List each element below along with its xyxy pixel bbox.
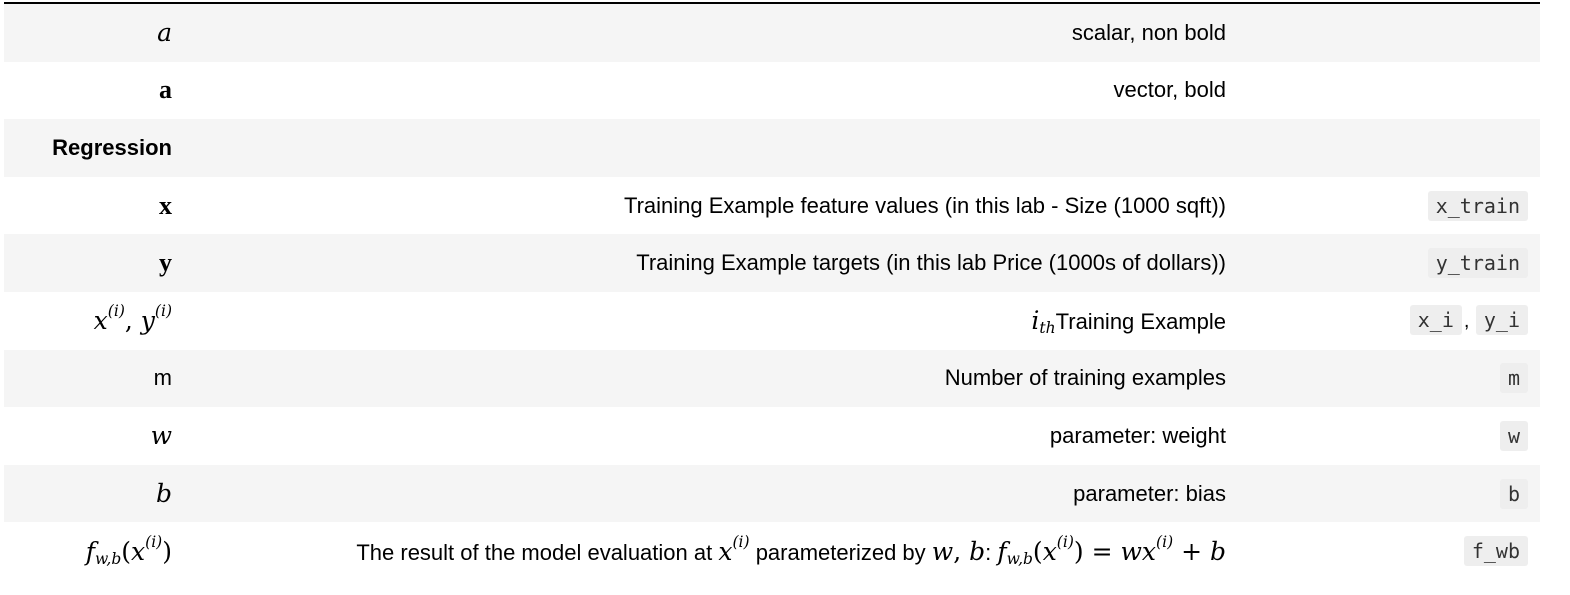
table-row: a scalar, non bold xyxy=(4,4,1540,62)
code-cell: x_train xyxy=(1238,177,1540,235)
description-text: Training Example targets (in this lab Pr… xyxy=(636,250,1226,276)
description-cell: Training Example targets (in this lab Pr… xyxy=(184,234,1238,292)
code-chip: x_i xyxy=(1409,305,1462,336)
notation-cell: w xyxy=(4,407,184,465)
description-cell: ithTraining Example xyxy=(184,292,1238,350)
table-row: m Number of training examples m xyxy=(4,349,1540,408)
description-cell: parameter: bias xyxy=(184,465,1238,523)
model-function-symbol: fw,b(x(i)) xyxy=(85,532,172,568)
description-text: parameter: bias xyxy=(1073,480,1226,506)
model-equation: fw,b(x(i)) = wx(i) + b xyxy=(997,532,1226,568)
ith-symbol: ith xyxy=(1031,306,1056,338)
description-text: Training Example feature values (in this… xyxy=(623,192,1226,218)
notation-table: a scalar, non bold a vector, bold Regres… xyxy=(4,4,1540,580)
m-symbol: m xyxy=(153,365,172,391)
table-row: y Training Example targets (in this lab … xyxy=(4,234,1540,292)
table-row: x(i), y(i) ithTraining Example x_i, y_i xyxy=(4,291,1540,350)
table-row: w parameter: weight w xyxy=(4,407,1540,465)
code-cell xyxy=(1238,62,1540,120)
scalar-symbol: a xyxy=(157,18,172,48)
code-cell: f_wb xyxy=(1238,522,1540,580)
description-text: scalar, non bold xyxy=(1071,19,1226,45)
w-symbol: w xyxy=(150,421,172,451)
code-chip: f_wb xyxy=(1463,536,1528,567)
y-vector-symbol: y xyxy=(159,248,172,278)
ith-example-symbol: x(i), y(i) xyxy=(93,302,172,336)
notation-cell: x(i), y(i) xyxy=(4,292,184,350)
code-chip: w xyxy=(1499,420,1528,451)
code-cell xyxy=(1238,4,1540,62)
code-chip: y_i xyxy=(1475,305,1528,336)
b-symbol: b xyxy=(155,479,172,509)
description-text: vector, bold xyxy=(1113,77,1226,103)
code-cell: b xyxy=(1238,465,1540,523)
section-heading: Regression xyxy=(52,134,172,160)
description-cell: Training Example feature values (in this… xyxy=(184,177,1238,235)
description-cell: scalar, non bold xyxy=(184,4,1238,62)
notation-cell: a xyxy=(4,62,184,120)
x-i-symbol: x(i) xyxy=(718,532,750,566)
code-cell: m xyxy=(1238,350,1540,408)
code-cell: x_i, y_i xyxy=(1238,292,1540,350)
notation-cell: x xyxy=(4,177,184,235)
description-text: The result of the model evaluation at xyxy=(356,539,713,565)
notation-cell: fw,b(x(i)) xyxy=(4,522,184,580)
table-row: fw,b(x(i)) The result of the model evalu… xyxy=(4,522,1540,580)
notation-cell: y xyxy=(4,234,184,292)
description-cell: The result of the model evaluation at x(… xyxy=(356,532,1226,568)
code-cell: y_train xyxy=(1238,234,1540,292)
description-cell: vector, bold xyxy=(184,62,1238,120)
table-row: a vector, bold xyxy=(4,61,1540,120)
section-row: Regression xyxy=(4,119,1540,177)
notation-cell: m xyxy=(4,350,184,408)
notation-cell: b xyxy=(4,465,184,523)
code-chip: y_train xyxy=(1427,248,1528,279)
code-chip: b xyxy=(1499,478,1528,509)
code-chip: x_train xyxy=(1427,190,1528,221)
x-vector-symbol: x xyxy=(159,190,172,220)
vector-symbol: a xyxy=(159,75,172,105)
table-row: b parameter: bias b xyxy=(4,464,1540,523)
table-row: x Training Example feature values (in th… xyxy=(4,176,1540,235)
notation-cell: a xyxy=(4,4,184,62)
description-text: Number of training examples xyxy=(944,365,1226,391)
code-cell: w xyxy=(1238,407,1540,465)
section-heading-cell: Regression xyxy=(4,119,184,177)
code-cell xyxy=(1238,119,1540,177)
description-cell: Number of training examples xyxy=(184,350,1238,408)
params-symbol: w, b xyxy=(931,536,986,566)
description-text: Training Example xyxy=(1055,309,1226,335)
description-cell: parameter: weight xyxy=(184,407,1238,465)
code-chip: m xyxy=(1499,363,1528,394)
description-cell xyxy=(184,119,1238,177)
description-text: parameter: weight xyxy=(1049,422,1226,448)
description-text: parameterized by xyxy=(755,539,926,565)
